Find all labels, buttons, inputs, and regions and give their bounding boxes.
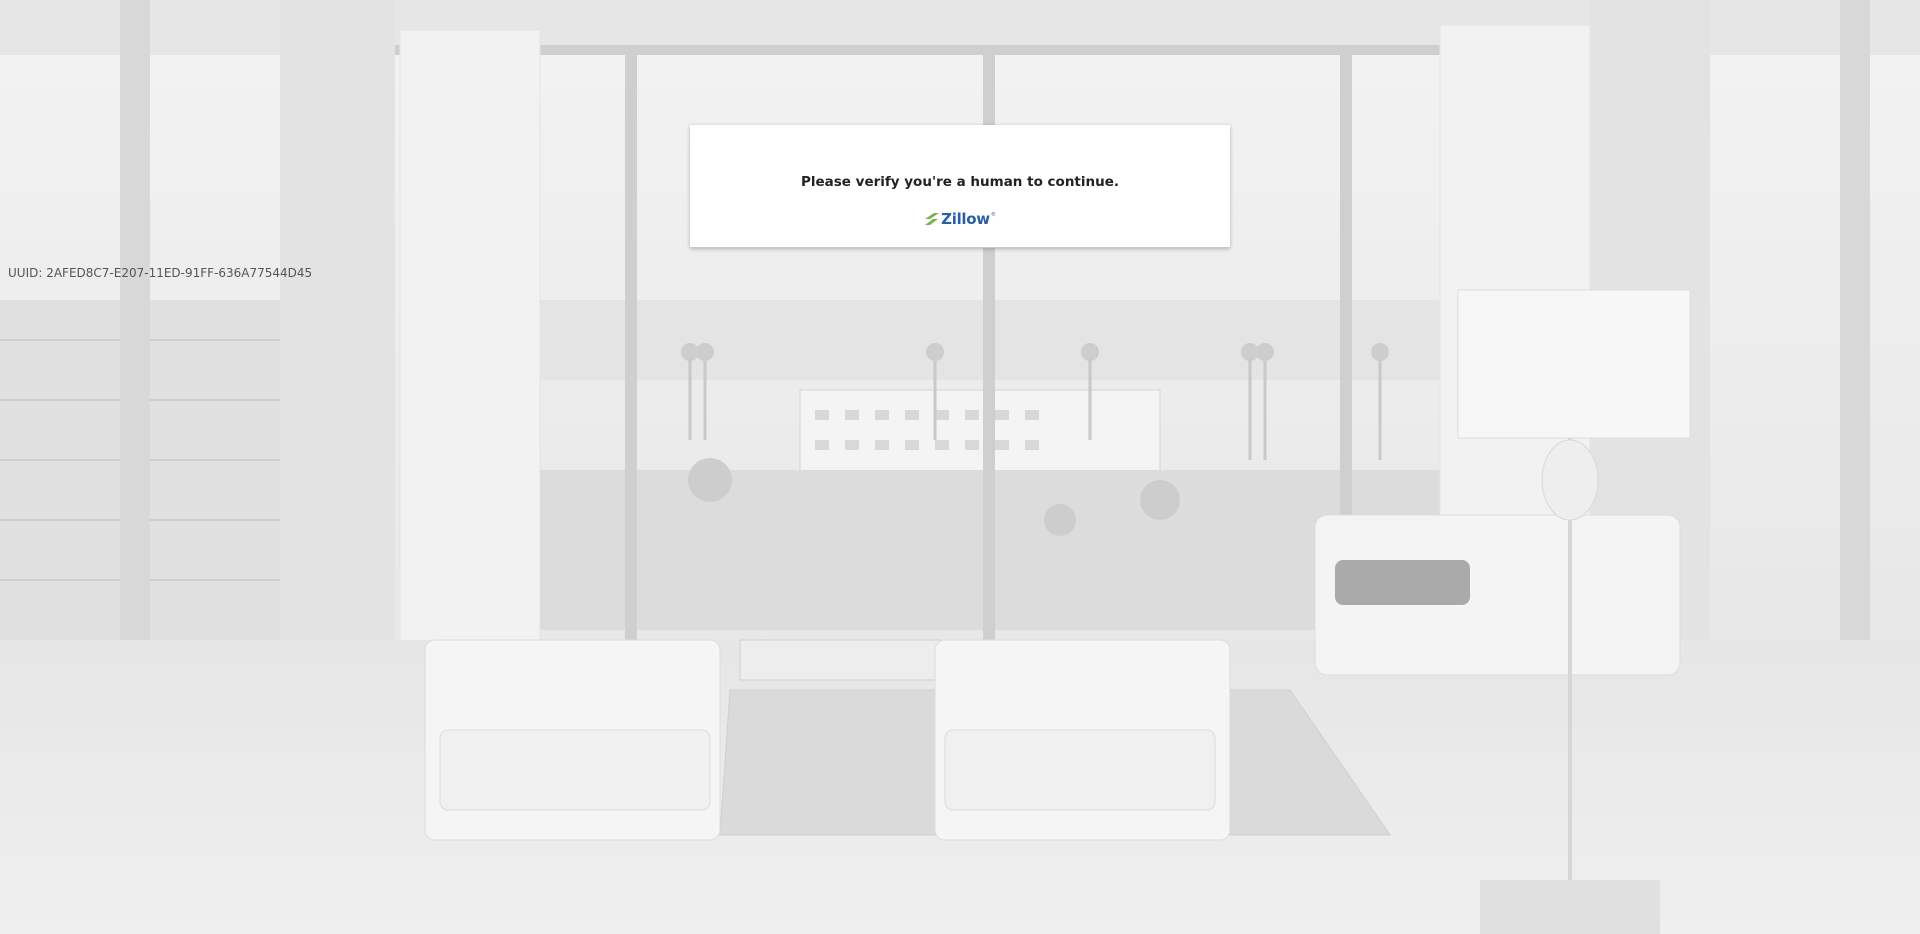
zillow-brand-text: Zillow <box>941 210 990 228</box>
zillow-logo-icon <box>925 213 940 225</box>
zillow-logo: Zillow ® <box>690 210 1230 230</box>
captcha-modal: Please verify you're a human to continue… <box>690 125 1230 248</box>
verify-message: Please verify you're a human to continue… <box>800 174 1120 190</box>
uuid-label: UUID: 2AFED8C7-E207-11ED-91FF-636A77544D… <box>8 266 313 280</box>
trademark-mark: ® <box>990 212 996 218</box>
